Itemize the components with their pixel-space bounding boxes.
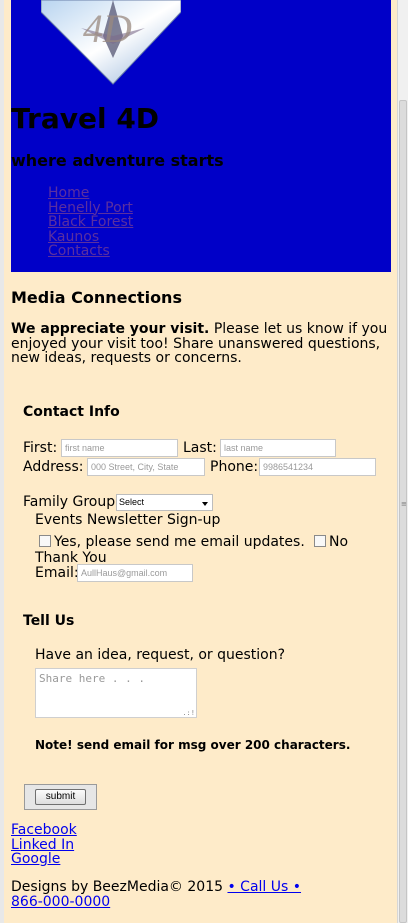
nav-henelly-port[interactable]: Henelly Port bbox=[48, 200, 133, 216]
scrollbar-thumb[interactable]: ≡ bbox=[399, 100, 407, 923]
message-textarea[interactable]: Share here . . . .:! bbox=[35, 668, 197, 718]
contact-info-heading: Contact Info bbox=[23, 404, 120, 420]
phone-label: Phone: bbox=[210, 459, 259, 475]
facebook-link[interactable]: Facebook bbox=[11, 823, 77, 838]
email-updates-yes-label: Yes, please send me email updates. bbox=[54, 534, 305, 550]
nav-contacts[interactable]: Contacts bbox=[48, 244, 133, 259]
email-updates-no-label: No bbox=[329, 534, 349, 550]
last-name-label: Last: bbox=[183, 440, 217, 456]
email-input[interactable]: AullHaus@gmail.com bbox=[77, 564, 193, 582]
family-group-select[interactable]: Select bbox=[116, 494, 213, 511]
last-name-input[interactable]: last name bbox=[220, 439, 336, 457]
address-label: Address: bbox=[23, 459, 84, 475]
email-updates-no-checkbox[interactable] bbox=[314, 535, 326, 547]
email-label: Email: bbox=[35, 565, 79, 581]
intro-text: We appreciate your visit. Please let us … bbox=[11, 322, 393, 366]
site-title: Travel 4D bbox=[11, 102, 160, 135]
vertical-scrollbar[interactable]: ≡ bbox=[397, 0, 408, 923]
email-updates-yes-checkbox[interactable] bbox=[39, 535, 51, 547]
submit-button-frame: submit bbox=[24, 784, 97, 810]
scrollbar-grip-icon: ≡ bbox=[401, 500, 407, 508]
travel-4d-logo: 4D bbox=[41, 0, 181, 85]
nav-kaunos[interactable]: Kaunos bbox=[48, 229, 133, 245]
first-name-label: First: bbox=[23, 440, 58, 456]
phone-input[interactable]: 9986541234 bbox=[259, 458, 376, 476]
newsletter-label: Events Newsletter Sign-up bbox=[35, 512, 221, 528]
google-link[interactable]: Google bbox=[11, 852, 77, 867]
resize-grip-icon[interactable]: .:! bbox=[182, 710, 195, 717]
nav-home[interactable]: Home bbox=[48, 186, 133, 201]
social-links: Facebook Linked In Google bbox=[11, 823, 77, 867]
page-body: 4D Travel 4D where adventure starts Home… bbox=[4, 0, 398, 923]
family-group-label: Family Group bbox=[23, 494, 116, 510]
phone-link[interactable]: 866-000-0000 bbox=[11, 894, 110, 910]
main-nav: Home Henelly Port Black Forest Kaunos Co… bbox=[48, 186, 133, 259]
footer: Designs by BeezMedia© 2015 • Call Us • 8… bbox=[11, 880, 311, 909]
nav-black-forest[interactable]: Black Forest bbox=[48, 215, 133, 230]
first-name-input[interactable]: first name bbox=[61, 439, 178, 457]
chevron-down-icon bbox=[202, 502, 208, 506]
call-us-link[interactable]: • Call Us • bbox=[227, 879, 301, 895]
tell-us-heading: Tell Us bbox=[23, 613, 75, 629]
family-group-selected: Select bbox=[119, 497, 145, 507]
page-title: Media Connections bbox=[11, 288, 182, 307]
submit-button[interactable]: submit bbox=[35, 789, 86, 805]
message-placeholder: Share here . . . bbox=[39, 672, 145, 685]
site-header: 4D Travel 4D where adventure starts Home… bbox=[11, 0, 391, 272]
site-tagline: where adventure starts bbox=[11, 151, 224, 170]
address-input[interactable]: 000 Street, City, State bbox=[87, 458, 205, 476]
message-length-note: Note! send email for msg over 200 charac… bbox=[35, 738, 351, 752]
svg-text:4D: 4D bbox=[83, 6, 132, 51]
question-label: Have an idea, request, or question? bbox=[35, 647, 286, 663]
linkedin-link[interactable]: Linked In bbox=[11, 837, 77, 853]
